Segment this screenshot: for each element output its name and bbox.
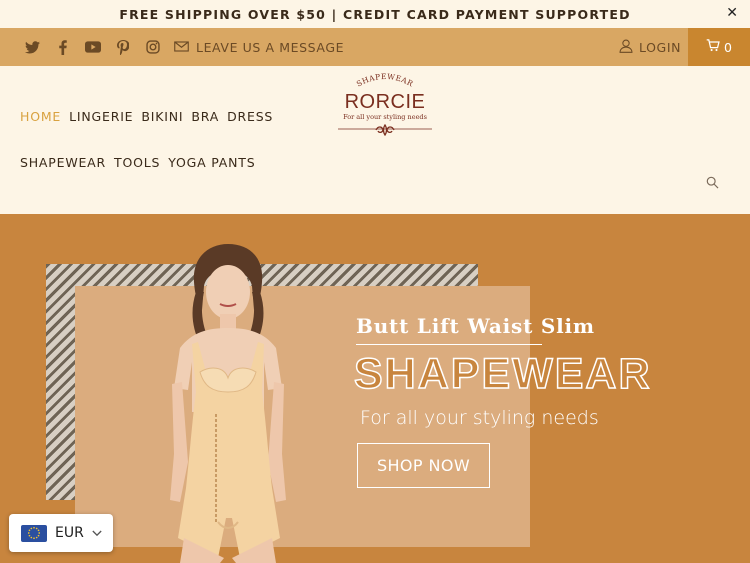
- nav-item-bikini[interactable]: BIKINI: [141, 109, 183, 124]
- eu-flag-icon: [21, 524, 47, 542]
- hero-headline: Butt Lift Waist Slim: [356, 314, 595, 338]
- cart-count: 0: [724, 39, 732, 55]
- main-nav-row-1: HOME LINGERIE BIKINI BRA DRESS: [20, 109, 273, 124]
- shop-now-button[interactable]: SHOP NOW: [357, 443, 490, 488]
- pinterest-icon[interactable]: [114, 39, 131, 56]
- hero-title: SHAPEWEAR: [353, 349, 652, 399]
- top-bar: LEAVE US A MESSAGE LOGIN: [0, 28, 750, 66]
- youtube-icon[interactable]: [84, 39, 101, 56]
- nav-item-bra[interactable]: BRA: [191, 109, 219, 124]
- login-link[interactable]: LOGIN: [619, 28, 681, 66]
- nav-item-home[interactable]: HOME: [20, 109, 61, 124]
- search-icon[interactable]: [706, 174, 719, 193]
- cart-button[interactable]: 0: [688, 28, 750, 66]
- main-nav-row-2: SHAPEWEAR TOOLS YOGA PANTS: [20, 155, 255, 170]
- social-links: [24, 28, 161, 66]
- instagram-icon[interactable]: [144, 39, 161, 56]
- logo-ornament-icon: [338, 123, 432, 137]
- user-icon: [619, 39, 633, 56]
- logo-main-text: RORCIE: [344, 91, 426, 113]
- announcement-text: FREE SHIPPING OVER $50 | CREDIT CARD PAY…: [119, 6, 631, 22]
- twitter-icon[interactable]: [24, 39, 41, 56]
- nav-item-dress[interactable]: DRESS: [227, 109, 273, 124]
- logo-tagline: For all your styling needs: [343, 113, 427, 121]
- nav-item-lingerie[interactable]: LINGERIE: [69, 109, 133, 124]
- logo-arc: SHAPEWEAR: [355, 72, 415, 89]
- nav-item-shapewear[interactable]: SHAPEWEAR: [20, 155, 106, 170]
- chevron-down-icon: [92, 525, 102, 541]
- leave-message-label: LEAVE US A MESSAGE: [196, 39, 345, 55]
- hero-tagline: For all your styling needs: [360, 407, 599, 429]
- nav-item-tools[interactable]: TOOLS: [114, 155, 160, 170]
- close-icon[interactable]: ✕: [726, 5, 738, 21]
- announcement-bar: FREE SHIPPING OVER $50 | CREDIT CARD PAY…: [0, 0, 750, 28]
- facebook-icon[interactable]: [54, 39, 71, 56]
- hero-divider: [356, 344, 542, 345]
- currency-selector[interactable]: EUR: [9, 514, 113, 552]
- cart-icon: [706, 39, 720, 55]
- login-label: LOGIN: [639, 39, 682, 55]
- logo-top-text: SHAPEWEAR: [355, 72, 414, 89]
- hero-banner[interactable]: Butt Lift Waist Slim SHAPEWEAR For all y…: [0, 214, 750, 563]
- nav-item-yoga-pants[interactable]: YOGA PANTS: [168, 155, 255, 170]
- model-image: [170, 244, 286, 563]
- envelope-icon: [174, 40, 189, 55]
- svg-text:SHAPEWEAR: SHAPEWEAR: [355, 73, 415, 87]
- leave-message-link[interactable]: LEAVE US A MESSAGE: [174, 28, 344, 66]
- site-logo[interactable]: SHAPEWEAR RORCIE For all your styling ne…: [336, 72, 434, 144]
- currency-code: EUR: [55, 525, 84, 541]
